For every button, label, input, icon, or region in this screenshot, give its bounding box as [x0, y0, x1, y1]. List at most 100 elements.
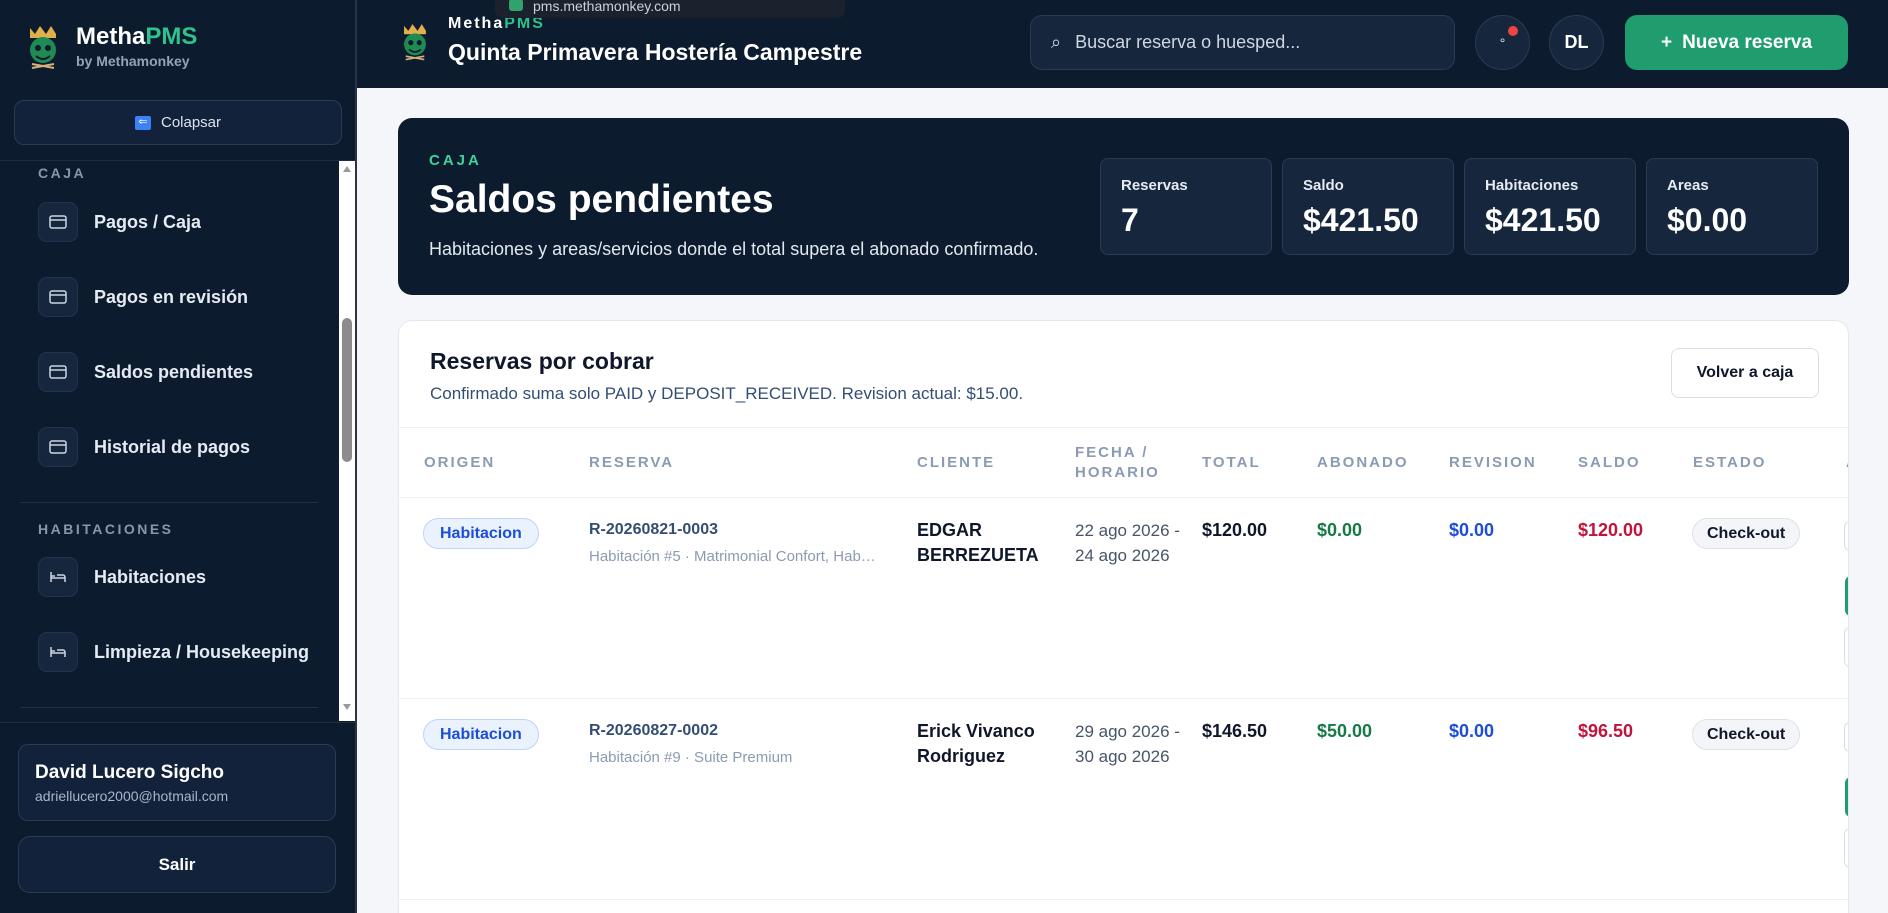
favicon-icon — [509, 0, 523, 11]
card-icon — [38, 202, 78, 242]
sidebar-item-pagos-caja[interactable]: Pagos / Caja — [38, 200, 328, 244]
sidebar-nav: CAJA Pagos / Caja Pagos en revisión Sald… — [0, 161, 340, 721]
scroll-down-arrow-icon[interactable] — [339, 703, 355, 717]
pending-balances-card: Reservas por cobrar Confirmado suma solo… — [398, 320, 1849, 913]
row-action-button[interactable] — [1844, 722, 1848, 752]
sidebar-item-historial-pagos[interactable]: Historial de pagos — [38, 425, 328, 469]
sidebar-divider — [0, 722, 355, 723]
page-description: Habitaciones y areas/servicios donde el … — [429, 239, 1039, 259]
reservation-code[interactable]: R-20260827-0002 — [589, 718, 879, 743]
logout-button[interactable]: Salir — [18, 836, 336, 893]
monkey-logo-icon — [30, 26, 56, 69]
total-amount: $120.00 — [1202, 520, 1268, 540]
collapse-sidebar-button[interactable]: ⇐ Colapsar — [14, 100, 342, 145]
sidebar-item-label: Limpieza / Housekeeping — [94, 641, 310, 662]
brand[interactable]: MethaPMS by Methamonkey — [24, 22, 197, 70]
client-name: EDGAR BERREZUETA — [917, 520, 1039, 565]
sidebar: MethaPMS by Methamonkey ⇐ Colapsar CAJA … — [0, 0, 357, 913]
reservation-room: Habitación #9 · Suite Premium — [589, 749, 793, 766]
notification-badge — [1508, 26, 1518, 36]
card-icon — [38, 352, 78, 392]
column-header-origen[interactable]: ORIGEN — [424, 453, 495, 473]
revision-amount: $0.00 — [1449, 721, 1495, 741]
reservation-cell[interactable]: R-20260827-0002 Habitación #9 · Suite Pr… — [589, 718, 879, 770]
row-action-button[interactable] — [1844, 828, 1848, 868]
notification-icon: ° — [1499, 34, 1506, 51]
stat-habitaciones: Habitaciones $421.50 — [1464, 158, 1636, 255]
property-name: Quinta Primavera Hostería Campestre — [448, 39, 863, 65]
sidebar-item-pagos-revision[interactable]: Pagos en revisión — [38, 275, 328, 319]
column-header-acciones[interactable]: A — [1846, 453, 1848, 473]
sidebar-item-saldos-pendientes[interactable]: Saldos pendientes — [38, 350, 328, 394]
row-divider — [399, 698, 1848, 699]
brand-name: MethaPMS — [76, 23, 198, 50]
new-reservation-button[interactable]: + Nueva reserva — [1625, 15, 1848, 70]
user-card[interactable]: David Lucero Sigcho adriellucero2000@hot… — [18, 744, 336, 821]
card-icon — [38, 427, 78, 467]
reservation-dates: 22 ago 2026 - 24 ago 2026 — [1075, 521, 1180, 565]
row-action-button[interactable] — [1845, 777, 1848, 817]
bed-icon — [38, 632, 78, 672]
nav-divider — [20, 502, 318, 503]
client-name: Erick Vivanco Rodriguez — [917, 721, 1035, 766]
scrollbar-thumb[interactable] — [342, 318, 352, 462]
monkey-logo-icon — [404, 24, 426, 61]
column-header-revision[interactable]: REVISION — [1449, 453, 1537, 473]
notifications-button[interactable]: ° — [1475, 15, 1530, 70]
nav-section-habitaciones: HABITACIONES — [38, 521, 174, 537]
abonado-amount: $0.00 — [1317, 520, 1363, 540]
status-badge: Check-out — [1692, 518, 1801, 549]
page-title: Saldos pendientes — [429, 178, 774, 221]
column-header-estado[interactable]: ESTADO — [1693, 453, 1766, 473]
user-email: adriellucero2000@hotmail.com — [35, 788, 229, 804]
card-title: Reservas por cobrar — [430, 348, 654, 374]
column-header-total[interactable]: TOTAL — [1202, 453, 1261, 473]
status-badge: Check-out — [1692, 719, 1801, 750]
row-action-button[interactable] — [1844, 521, 1848, 551]
column-header-reserva[interactable]: RESERVA — [589, 453, 674, 473]
table-header-divider — [399, 427, 1848, 428]
scroll-up-arrow-icon[interactable] — [339, 165, 355, 179]
sidebar-item-label: Historial de pagos — [94, 436, 251, 457]
topbar: MethaPMS Quinta Primavera Hostería Campe… — [357, 0, 1888, 88]
abonado-amount: $50.00 — [1317, 721, 1373, 741]
search-bar[interactable]: ⌕ — [1030, 15, 1455, 70]
column-header-fecha[interactable]: FECHA / HORARIO — [1075, 443, 1160, 483]
reservation-code[interactable]: R-20260821-0003 — [589, 517, 879, 542]
sidebar-item-habitaciones[interactable]: Habitaciones — [38, 555, 328, 599]
reservation-room: Habitación #5 · Matrimonial Confort, Hab… — [589, 548, 879, 565]
sidebar-item-label: Habitaciones — [94, 566, 207, 587]
hero-eyebrow: CAJA — [429, 152, 482, 169]
hero-panel: CAJA Saldos pendientes Habitaciones y ar… — [398, 118, 1849, 295]
column-header-abonado[interactable]: ABONADO — [1317, 453, 1409, 473]
card-icon — [38, 277, 78, 317]
saldo-amount: $96.50 — [1578, 721, 1634, 741]
row-action-button[interactable] — [1845, 576, 1848, 616]
nav-divider — [20, 707, 318, 708]
saldo-amount: $120.00 — [1578, 520, 1644, 540]
stat-areas: Areas $0.00 — [1646, 158, 1818, 255]
plus-icon: + — [1660, 31, 1673, 53]
origin-badge: Habitacion — [423, 518, 539, 549]
sidebar-item-limpieza[interactable]: Limpieza / Housekeeping — [38, 630, 328, 674]
bed-icon — [38, 557, 78, 597]
card-subtitle: Confirmado suma solo PAID y DEPOSIT_RECE… — [430, 384, 1024, 403]
column-header-cliente[interactable]: CLIENTE — [917, 453, 995, 473]
reservation-cell[interactable]: R-20260821-0003 Habitación #5 · Matrimon… — [589, 517, 879, 569]
avatar[interactable]: DL — [1549, 15, 1604, 70]
back-to-caja-button[interactable]: Volver a caja — [1671, 348, 1819, 398]
origin-badge: Habitacion — [423, 719, 539, 750]
stat-reservas: Reservas 7 — [1100, 158, 1272, 255]
user-name: David Lucero Sigcho — [35, 762, 224, 783]
sidebar-scrollbar[interactable] — [339, 161, 355, 721]
collapse-label: Colapsar — [160, 114, 222, 131]
total-amount: $146.50 — [1202, 721, 1268, 741]
nav-section-caja: CAJA — [38, 165, 87, 181]
brand-subtitle: by Methamonkey — [76, 53, 190, 69]
row-divider — [399, 497, 1848, 498]
row-action-button[interactable] — [1844, 627, 1848, 667]
sidebar-item-label: Pagos / Caja — [94, 211, 202, 232]
search-input[interactable] — [1075, 32, 1436, 53]
column-header-saldo[interactable]: SALDO — [1578, 453, 1641, 473]
sidebar-item-label: Pagos en revisión — [94, 286, 249, 307]
